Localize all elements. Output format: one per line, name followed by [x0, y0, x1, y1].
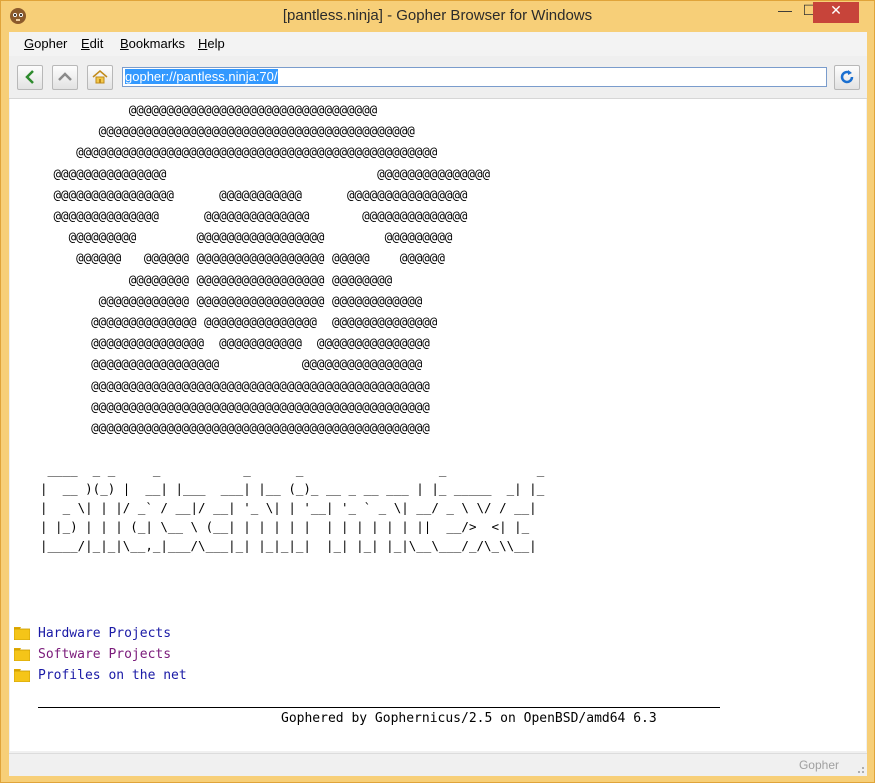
menu-bookmarks[interactable]: Bookmarks: [120, 36, 185, 51]
horizontal-rule: [38, 707, 720, 708]
address-text: gopher://pantless.ninja:70/: [125, 69, 278, 84]
page-content: @@@@@@@@@@@@@@@@@@@@@@@@@@@@@@@@@ @@@@@@…: [10, 99, 866, 751]
title-bar[interactable]: [pantless.ninja] - Gopher Browser for Wi…: [1, 1, 874, 32]
link-label: Hardware Projects: [38, 626, 172, 641]
arrow-left-icon: [25, 70, 34, 84]
server-footer: Gophered by Gophernicus/2.5 on OpenBSD/a…: [281, 711, 657, 726]
address-bar-input[interactable]: gopher://pantless.ninja:70/: [122, 67, 827, 87]
menu-edit-label: dit: [89, 36, 104, 51]
refresh-icon: [840, 70, 854, 84]
skull-ascii-art: @@@@@@@@@@@@@@@@@@@@@@@@@@@@@@@@@ @@@@@@…: [53, 102, 491, 436]
resize-grip-icon[interactable]: [855, 764, 865, 774]
up-button[interactable]: [52, 65, 78, 90]
status-text: Gopher: [798, 758, 839, 772]
link-label: Profiles on the net: [38, 668, 187, 683]
close-button[interactable]: ✕: [813, 2, 859, 23]
menu-gopher-accel: G: [24, 36, 35, 51]
menu-edit-accel: E: [81, 36, 90, 51]
refresh-button[interactable]: [834, 65, 860, 90]
client-area: Gopher Edit Bookmarks Help gopher://pant…: [9, 32, 867, 776]
status-bar: Gopher: [9, 753, 867, 776]
browser-window: [pantless.ninja] - Gopher Browser for Wi…: [0, 0, 875, 783]
window-title: [pantless.ninja] - Gopher Browser for Wi…: [282, 7, 593, 24]
menu-gopher[interactable]: Gopher: [24, 36, 67, 51]
menu-help-label: elp: [207, 36, 225, 51]
folder-icon: [14, 669, 30, 682]
home-button[interactable]: [87, 65, 113, 90]
folder-icon: [14, 627, 30, 640]
chevron-up-icon: [58, 72, 72, 81]
banner-ascii-art: ____ _ _ _ _ _ _ _ | __ )(_) | __| |___ …: [40, 462, 545, 553]
menu-bookmarks-accel: B: [120, 36, 129, 51]
link-label: Software Projects: [38, 647, 172, 662]
back-button[interactable]: [17, 65, 43, 90]
menu-gopher-label: opher: [34, 36, 68, 51]
menu-bar: Gopher Edit Bookmarks Help: [9, 32, 867, 56]
toolbar: gopher://pantless.ninja:70/: [9, 56, 867, 99]
menu-help[interactable]: Help: [198, 36, 225, 51]
menu-bookmarks-label: ookmarks: [128, 36, 186, 51]
folder-icon: [14, 648, 30, 661]
menu-help-accel: H: [198, 36, 208, 51]
menu-edit[interactable]: Edit: [81, 36, 103, 51]
home-icon: [92, 70, 108, 84]
